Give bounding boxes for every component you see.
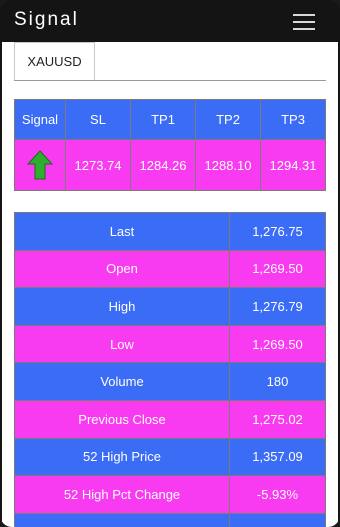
info-row-previous-close: Previous Close 1,275.02 bbox=[14, 399, 326, 439]
info-label: High bbox=[14, 287, 230, 326]
main-content: XAUUSD Signal SL TP1 TP2 TP3 1273.74 128… bbox=[2, 42, 338, 527]
sl-value: 1273.74 bbox=[65, 139, 131, 191]
info-label: 52 High Pct Change bbox=[14, 475, 230, 514]
info-row-52-high-pct-change: 52 High Pct Change -5.93% bbox=[14, 475, 326, 514]
info-label: Low bbox=[14, 324, 230, 364]
phone-frame: Signal XAUUSD Signal SL TP1 TP2 TP3 1273… bbox=[0, 0, 340, 527]
signal-table: Signal SL TP1 TP2 TP3 1273.74 1284.26 12… bbox=[14, 99, 326, 191]
header-tp1: TP1 bbox=[130, 99, 196, 140]
info-value: 1,269.50 bbox=[229, 324, 326, 364]
header-sl: SL bbox=[65, 99, 131, 140]
info-label: Previous Close bbox=[14, 399, 230, 439]
info-value bbox=[229, 512, 326, 527]
info-row-open: Open 1,269.50 bbox=[14, 249, 326, 289]
info-value: 1,357.09 bbox=[229, 437, 326, 477]
info-value: -5.93% bbox=[229, 475, 326, 514]
hamburger-icon[interactable] bbox=[293, 14, 315, 30]
tab-xauusd[interactable]: XAUUSD bbox=[14, 42, 95, 80]
info-label: Last bbox=[14, 212, 230, 251]
info-row-partial bbox=[14, 512, 326, 527]
header-tp3: TP3 bbox=[260, 99, 326, 140]
info-row-last: Last 1,276.75 bbox=[14, 212, 326, 251]
info-label: Volume bbox=[14, 362, 230, 401]
info-row-volume: Volume 180 bbox=[14, 362, 326, 401]
quote-info-table: Last 1,276.75 Open 1,269.50 High 1,276.7… bbox=[14, 212, 326, 527]
info-value: 1,275.02 bbox=[229, 399, 326, 439]
top-app-bar: Signal bbox=[0, 0, 340, 42]
info-value: 180 bbox=[229, 362, 326, 401]
signal-table-row: 1273.74 1284.26 1288.10 1294.31 bbox=[14, 139, 326, 191]
header-signal: Signal bbox=[14, 99, 66, 140]
app-title: Signal bbox=[14, 9, 79, 30]
info-value: 1,269.50 bbox=[229, 249, 326, 289]
signal-cell bbox=[14, 139, 66, 191]
info-row-high: High 1,276.79 bbox=[14, 287, 326, 326]
tp1-value: 1284.26 bbox=[130, 139, 196, 191]
info-label bbox=[14, 512, 230, 527]
signal-table-header: Signal SL TP1 TP2 TP3 bbox=[14, 99, 326, 140]
info-value: 1,276.75 bbox=[229, 212, 326, 251]
green-up-arrow-icon bbox=[27, 150, 53, 180]
info-row-low: Low 1,269.50 bbox=[14, 324, 326, 364]
info-value: 1,276.79 bbox=[229, 287, 326, 326]
info-label: 52 High Price bbox=[14, 437, 230, 477]
info-label: Open bbox=[14, 249, 230, 289]
header-tp2: TP2 bbox=[195, 99, 261, 140]
tp2-value: 1288.10 bbox=[195, 139, 261, 191]
tab-bar: XAUUSD bbox=[14, 42, 326, 81]
tp3-value: 1294.31 bbox=[260, 139, 326, 191]
info-row-52-high-price: 52 High Price 1,357.09 bbox=[14, 437, 326, 477]
